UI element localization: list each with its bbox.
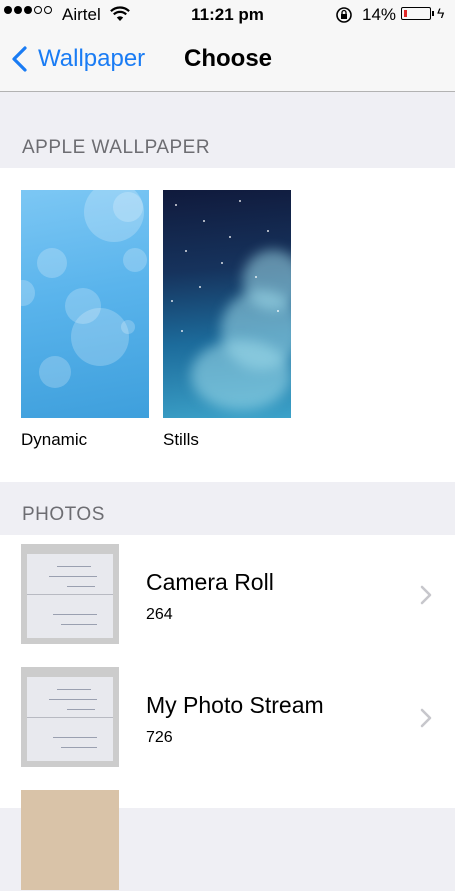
album-row-camera-roll[interactable]: Camera Roll 264 (0, 535, 455, 645)
chevron-left-icon (12, 46, 27, 72)
chevron-right-icon (420, 708, 432, 728)
battery-percent: 14% (362, 5, 397, 24)
back-button[interactable]: Wallpaper (8, 44, 145, 74)
wallpaper-stills-label: Stills (163, 430, 199, 449)
album-row-partial[interactable] (0, 781, 455, 891)
status-bar: Airtel 11:21 pm 14% ϟ (0, 0, 455, 30)
battery-level-fill (404, 10, 407, 17)
album-thumbnail (21, 544, 119, 644)
charging-bolt-icon: ϟ (437, 5, 445, 21)
album-name: My Photo Stream (146, 692, 324, 718)
navigation-bar: Wallpaper Choose (0, 30, 455, 92)
wallpaper-stills-thumbnail[interactable] (163, 190, 291, 418)
album-row-my-photo-stream[interactable]: My Photo Stream 726 (0, 658, 455, 768)
wallpaper-dynamic-thumbnail[interactable] (21, 190, 149, 418)
photos-panel: Camera Roll 264 My Photo Stream 726 (0, 535, 455, 890)
album-count: 726 (146, 729, 173, 746)
wallpaper-dynamic-label: Dynamic (21, 430, 88, 449)
back-button-label: Wallpaper (38, 45, 146, 72)
chevron-right-icon (420, 585, 432, 605)
album-thumbnail (21, 667, 119, 767)
album-count: 264 (146, 606, 173, 623)
battery-tip (432, 11, 434, 16)
section-header-apple-wallpaper: APPLE WALLPAPER (22, 137, 211, 158)
album-name: Camera Roll (146, 569, 274, 595)
rotation-lock-icon (336, 7, 352, 23)
battery-icon (401, 7, 431, 20)
page-title: Choose (184, 45, 273, 72)
apple-wallpaper-panel: Dynamic Stills (0, 168, 455, 482)
album-thumbnail (21, 790, 119, 890)
section-header-photos: PHOTOS (22, 504, 105, 525)
